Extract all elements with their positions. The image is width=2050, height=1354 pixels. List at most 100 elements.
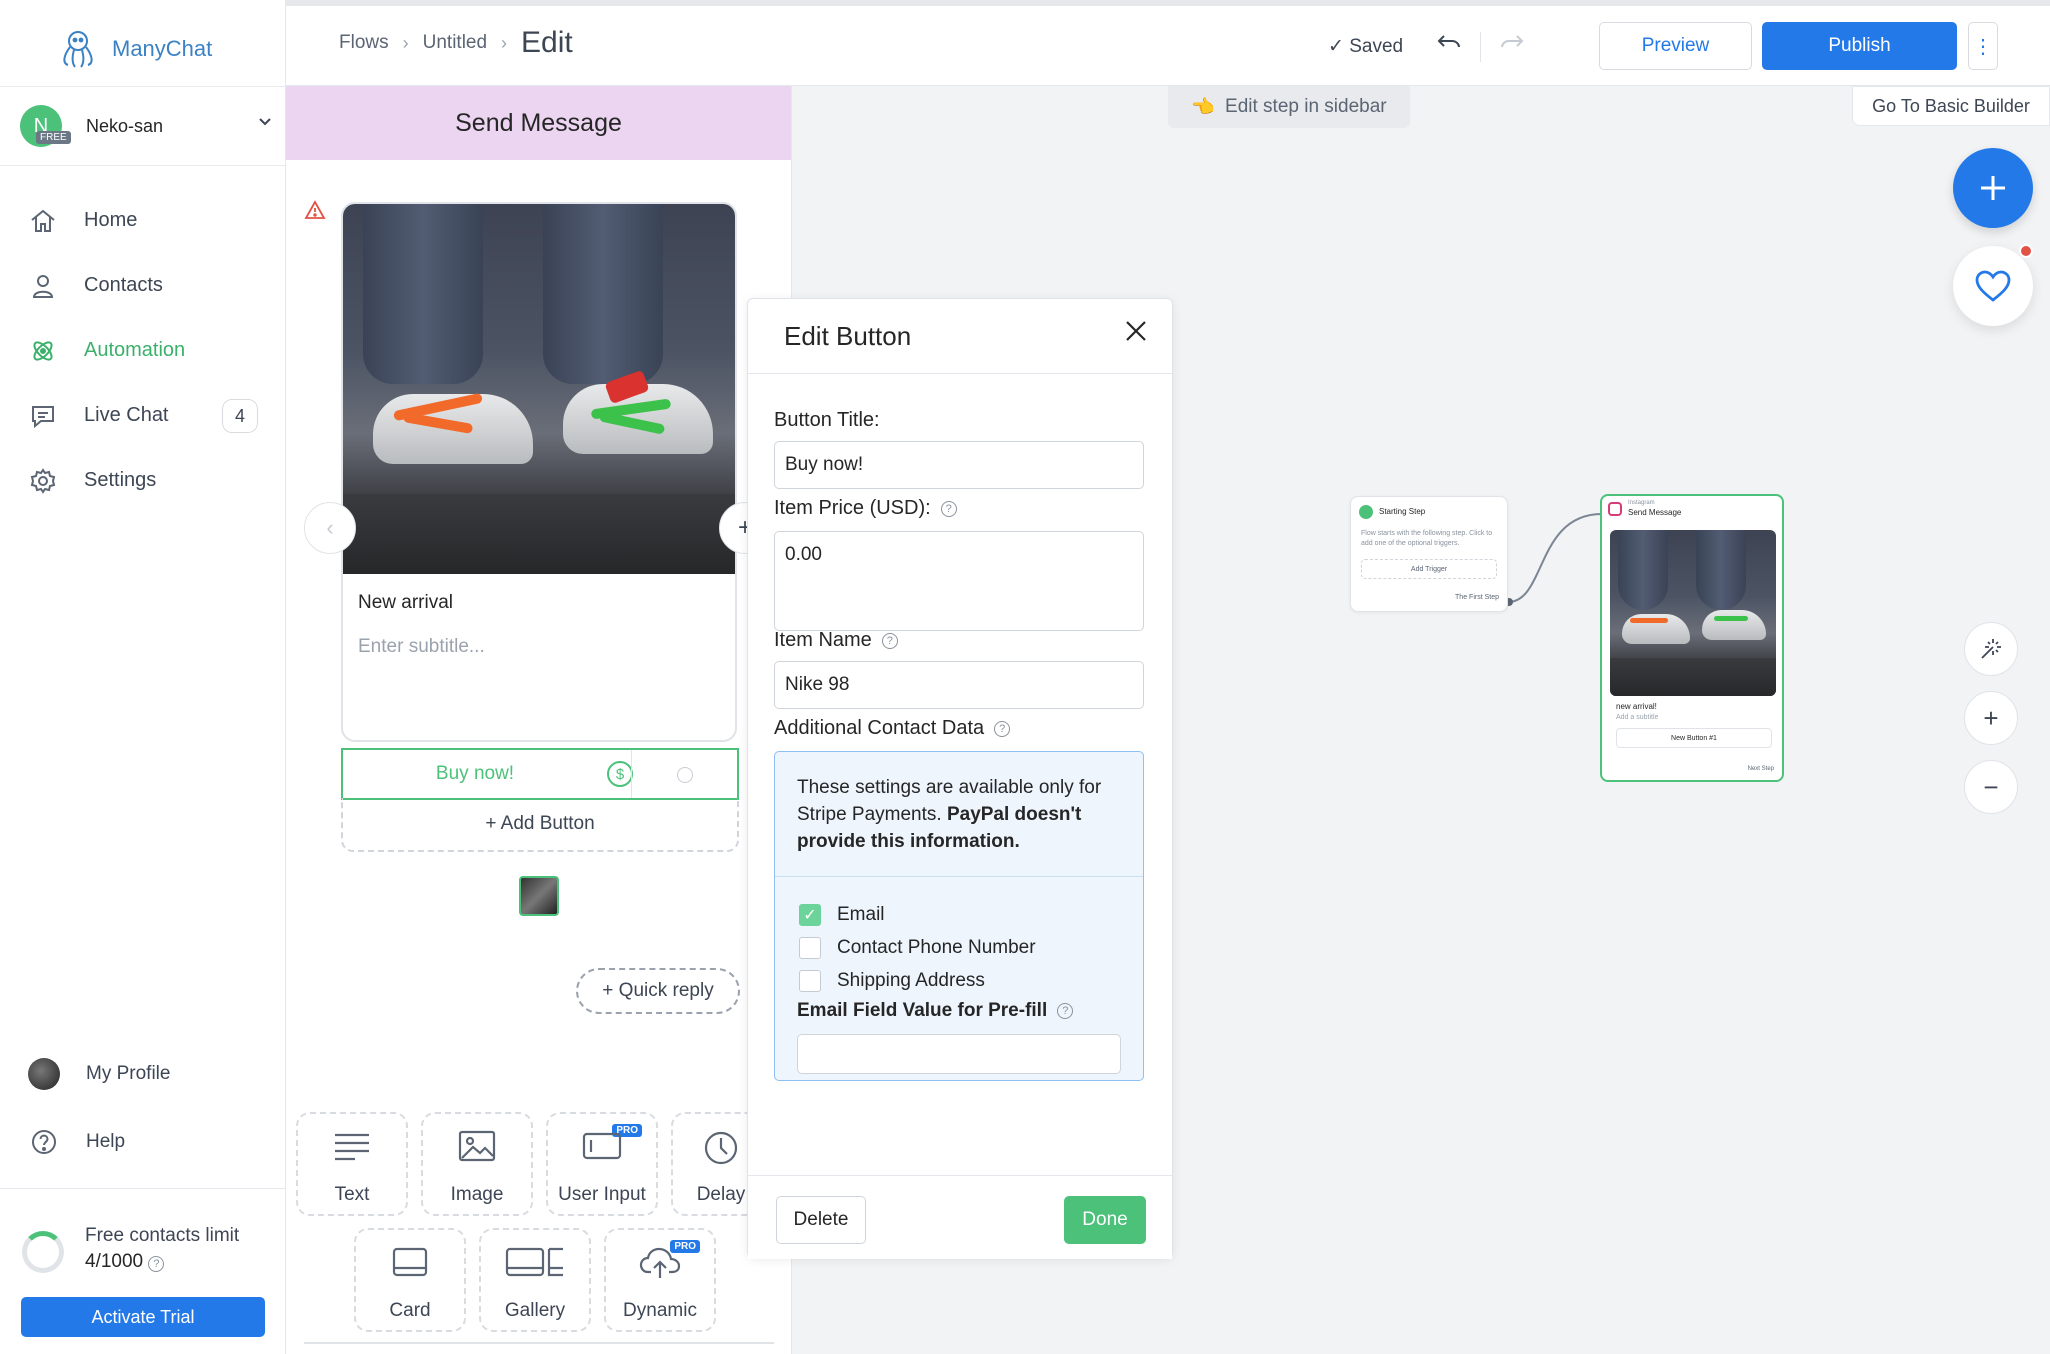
app-logo[interactable]: ManyChat: [56, 24, 212, 74]
magic-wand-button[interactable]: [1964, 622, 2018, 676]
card-image[interactable]: [343, 204, 735, 574]
divider: [775, 876, 1143, 877]
chat-bubble-icon: [28, 401, 58, 431]
add-step-button[interactable]: [1953, 148, 2033, 228]
nav-label-automation: Automation: [84, 339, 186, 361]
email-prefill-input[interactable]: [797, 1034, 1121, 1074]
undo-icon[interactable]: [1436, 32, 1462, 54]
manychat-logo-icon: [56, 27, 100, 71]
checkbox-phone[interactable]: Contact Phone Number: [799, 937, 1036, 959]
home-icon: [28, 206, 58, 236]
block-gallery-label: Gallery: [504, 1300, 566, 1321]
card-title[interactable]: New arrival: [358, 592, 453, 614]
breadcrumb-flows[interactable]: Flows: [339, 32, 389, 54]
nav-item-contacts[interactable]: Contacts: [0, 253, 286, 318]
node-channel-label: Instagram: [1628, 500, 1655, 506]
instagram-icon: [1608, 502, 1622, 516]
account-switcher[interactable]: N FREE Neko-san: [0, 86, 286, 166]
publish-button[interactable]: Publish: [1762, 22, 1957, 70]
main-nav: Home Contacts Automation Live Chat 4 Set…: [0, 188, 286, 513]
node-card-subtitle: Add a subtitle: [1616, 714, 1659, 721]
help-label: Help: [86, 1131, 126, 1152]
activate-trial-button[interactable]: Activate Trial: [21, 1297, 265, 1337]
card-subtitle-input[interactable]: Enter subtitle...: [358, 636, 485, 658]
nav-label-live-chat: Live Chat: [84, 404, 169, 426]
item-price-input[interactable]: 0.00: [774, 531, 1144, 631]
nav-item-settings[interactable]: Settings: [0, 448, 286, 513]
nav-label-contacts: Contacts: [84, 274, 163, 296]
checkbox-unchecked-icon: [799, 937, 821, 959]
redo-icon[interactable]: [1499, 32, 1525, 54]
node-card-image: [1610, 530, 1776, 696]
image-icon: [458, 1130, 496, 1162]
question-icon[interactable]: ?: [881, 632, 898, 649]
item-name-input[interactable]: Nike 98: [774, 661, 1144, 709]
input-field-icon: [582, 1130, 622, 1162]
question-icon[interactable]: ?: [148, 1256, 165, 1272]
more-options-icon[interactable]: ⋮: [1968, 22, 1998, 70]
additional-contact-data-label: Additional Contact Data ?: [774, 717, 1011, 740]
magic-wand-icon: [1978, 636, 2004, 662]
block-text-label: Text: [334, 1184, 370, 1205]
close-icon[interactable]: [1124, 319, 1148, 343]
limit-value: 4/1000: [85, 1251, 144, 1272]
preview-button[interactable]: Preview: [1599, 22, 1752, 70]
edit-step-hint: 👈 Edit step in sidebar: [1168, 86, 1410, 128]
starting-step-node[interactable]: Starting Step Flow starts with the follo…: [1350, 496, 1508, 612]
checkbox-phone-label: Contact Phone Number: [837, 937, 1036, 958]
chevron-down-icon: [258, 117, 272, 127]
question-icon[interactable]: ?: [994, 720, 1011, 737]
favorites-button[interactable]: [1953, 246, 2033, 326]
node-card-button: New Button #1: [1616, 728, 1772, 748]
gallery-thumbnail[interactable]: [519, 876, 559, 916]
block-card[interactable]: Card: [354, 1228, 466, 1332]
breadcrumb-untitled[interactable]: Untitled: [423, 32, 487, 54]
my-profile-link[interactable]: My Profile: [0, 1040, 286, 1108]
check-icon: ✓: [1328, 36, 1344, 57]
help-link[interactable]: Help: [0, 1108, 286, 1176]
question-icon[interactable]: ?: [1057, 1003, 1074, 1019]
message-editor-panel: Send Message New arrival Enter subtitle.…: [286, 86, 792, 1354]
card-button-buy-now[interactable]: Buy now! $: [341, 748, 739, 800]
nav-item-automation[interactable]: Automation: [0, 318, 286, 383]
add-trigger-button[interactable]: Add Trigger: [1361, 559, 1497, 579]
zoom-in-button[interactable]: +: [1964, 691, 2018, 745]
block-user-input[interactable]: PRO User Input: [546, 1112, 658, 1216]
limit-value-row: 4/1000 ?: [85, 1251, 165, 1273]
add-button[interactable]: + Add Button: [341, 798, 739, 852]
connector-dot[interactable]: [677, 767, 693, 783]
block-dynamic-label: Dynamic: [623, 1300, 697, 1321]
go-to-basic-builder-button[interactable]: Go To Basic Builder: [1852, 86, 2050, 126]
dollar-icon: $: [607, 761, 633, 787]
minus-icon: −: [1983, 771, 1999, 802]
nav-item-home[interactable]: Home: [0, 188, 286, 253]
warning-icon[interactable]: [304, 200, 326, 220]
block-image[interactable]: Image: [421, 1112, 533, 1216]
block-text[interactable]: Text: [296, 1112, 408, 1216]
block-delay-label: Delay: [696, 1184, 746, 1205]
sidebar: ManyChat N FREE Neko-san Home Contacts A…: [0, 0, 286, 1354]
done-button[interactable]: Done: [1064, 1196, 1146, 1244]
delete-button[interactable]: Delete: [776, 1196, 866, 1244]
quick-reply-button[interactable]: + Quick reply: [576, 968, 740, 1014]
zoom-out-button[interactable]: −: [1964, 760, 2018, 814]
checkbox-email[interactable]: ✓ Email: [799, 904, 885, 926]
limit-label: Free contacts limit: [85, 1225, 240, 1246]
modal-title: Edit Button: [748, 299, 1172, 374]
checkbox-shipping[interactable]: Shipping Address: [799, 970, 985, 992]
chevron-right-icon: ›: [402, 32, 409, 53]
block-gallery[interactable]: Gallery: [479, 1228, 591, 1332]
checkbox-unchecked-icon: [799, 970, 821, 992]
info-text: These settings are available only for St…: [797, 774, 1127, 855]
button-title-input[interactable]: Buy now!: [774, 441, 1144, 489]
notification-dot: [2019, 244, 2033, 258]
card-message[interactable]: New arrival Enter subtitle...: [341, 202, 737, 742]
nav-item-live-chat[interactable]: Live Chat 4: [0, 383, 286, 448]
carousel-prev-button[interactable]: ‹: [304, 502, 356, 554]
question-icon[interactable]: ?: [940, 500, 957, 517]
help-icon: [28, 1126, 60, 1158]
play-icon: [1359, 505, 1373, 519]
send-message-node[interactable]: Instagram Send Message new arrival! Add …: [1600, 494, 1784, 782]
free-plan-badge: FREE: [36, 131, 71, 144]
block-dynamic[interactable]: PRO Dynamic: [604, 1228, 716, 1332]
